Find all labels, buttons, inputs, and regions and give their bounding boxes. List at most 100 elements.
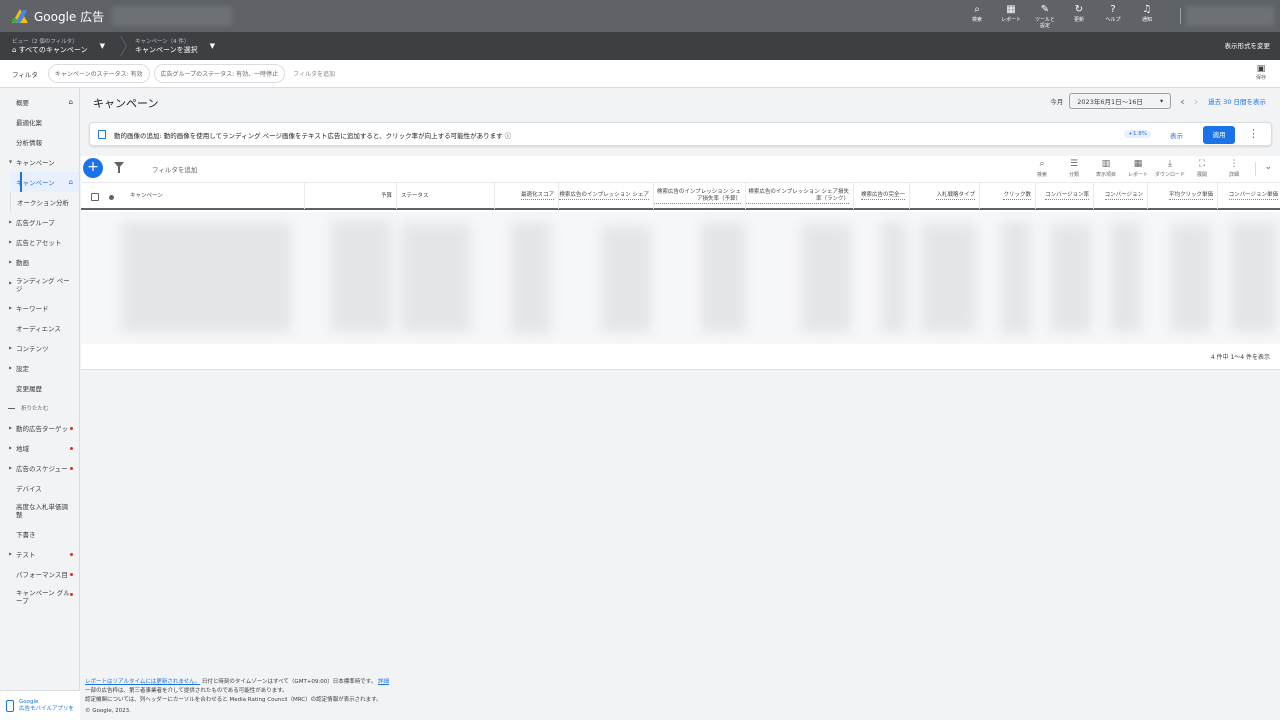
toolbar-action-label: 表示項目	[1095, 172, 1116, 178]
next-period-icon[interactable]: ›	[1194, 95, 1198, 108]
sidebar-item[interactable]: 下書き	[0, 524, 79, 544]
previous-period-icon[interactable]: ‹	[1180, 95, 1184, 108]
top-action-refresh[interactable]: ↻ 更新	[1062, 0, 1096, 32]
sidebar-item[interactable]: キャンペーン グループ	[0, 584, 79, 610]
column-header-optimization-score[interactable]: 最適化スコア	[494, 183, 558, 209]
top-action-search[interactable]: ⌕ 検索	[960, 0, 994, 32]
sidebar-item[interactable]: ▶ 地域	[0, 438, 79, 458]
mobile-app-promo[interactable]: Google 広告モバイルアプリを	[0, 690, 80, 720]
save-icon: ▣	[1256, 64, 1266, 74]
collapse-toggle[interactable]: 折りたたむ	[0, 398, 79, 418]
sidebar-nav: 概要 ⌂ 最適化案 分析情報 ▼ キャンペーン キャンペーン ⌂ オークション分析 ▶ 広告グループ…	[0, 88, 79, 398]
details-link[interactable]: 詳細	[378, 679, 389, 685]
top-bar: Google 広告 ⌕ 検索 ▦ レポート ✎ ツールと 設定 ↻ 更新? ヘルプ ♫ 通知	[0, 0, 1280, 32]
toolbar-expand-button[interactable]: ⛶ 展開	[1186, 159, 1218, 178]
top-action-label: ヘルプ	[1105, 17, 1121, 23]
sidebar-item-label: 下書き	[16, 531, 36, 539]
change-display-button[interactable]: 表示形式を変更	[1225, 32, 1271, 60]
sidebar-item[interactable]: デバイス	[0, 478, 79, 498]
home-icon: ⌂	[68, 98, 73, 106]
user-account-redacted[interactable]	[1186, 6, 1274, 26]
apply-button[interactable]: 適用	[1203, 126, 1235, 144]
column-header-impression-share[interactable]: 検索広告のインプレッション シェア	[558, 183, 653, 209]
sidebar-item[interactable]: ▶ 広告とアセット	[0, 232, 79, 252]
last-30-days-link[interactable]: 過去 30 日間を表示	[1208, 96, 1266, 106]
sidebar-item[interactable]: 変更履歴	[0, 378, 79, 398]
sidebar-item[interactable]: オークション分析	[10, 192, 79, 212]
toolbar-more-button[interactable]: ⋮ 詳細	[1218, 159, 1250, 178]
top-action-label: レポート	[1000, 17, 1021, 23]
sidebar-item[interactable]: オーディエンス	[0, 318, 79, 338]
column-header-conversion-rate[interactable]: コンバージョン率	[1035, 183, 1093, 209]
top-action-tools[interactable]: ✎ ツールと 設定	[1028, 0, 1062, 32]
sidebar-item[interactable]: ▶ 動画	[0, 252, 79, 272]
column-header-cost-per-conversion[interactable]: コンバージョン単価	[1217, 183, 1280, 209]
date-range-picker[interactable]: 2023年6月1日～16日 ▾	[1069, 93, 1172, 109]
sidebar-item-label: 動画	[16, 259, 29, 267]
sidebar-item[interactable]: ▶ キーワード	[0, 298, 79, 318]
campaign-selector[interactable]: キャンペーン（4 件） キャンペーンを選択 ▼	[123, 32, 215, 60]
sidebar-item[interactable]: 最適化案	[0, 112, 79, 132]
footer-line-3: 認定機関については、列ヘッダーにカーソルを合わせると Media Rating …	[85, 697, 382, 703]
column-header-clicks[interactable]: クリック数	[979, 183, 1035, 209]
column-header-bid-strategy[interactable]: 入札戦略タイプ	[909, 183, 979, 209]
toolbar-report-button[interactable]: ▦ レポート	[1122, 159, 1154, 178]
add-filter-button[interactable]: フィルタを追加	[293, 69, 335, 78]
sidebar-item[interactable]: ▶ 動的広告ターゲッ	[0, 418, 79, 438]
save-button[interactable]: ▣ 保存	[1256, 64, 1266, 81]
filter-chip-campaign-status[interactable]: キャンペーンのステータス: 有効	[47, 64, 150, 83]
table-toolbar: + フィルタを追加 ⌕ 検索 ☰ 分類 ▥ 表示項目 ▦ レポート ⤓ ダウンロード ⛶ 展開 ⋮ 詳細 …	[81, 156, 1280, 182]
sidebar-item[interactable]: ▶ コンテンツ	[0, 338, 79, 358]
column-header-lost-is-budget[interactable]: 検索広告のインプレッション シェア損失率（予算）	[653, 183, 745, 209]
sidebar-item-label: キーワード	[16, 305, 49, 313]
collapsed-arrow-icon: ▶	[9, 465, 13, 470]
sidebar-item[interactable]: 概要 ⌂	[0, 92, 79, 112]
date-range-control: 今月 2023年6月1日～16日 ▾ ‹ › 過去 30 日間を表示	[1050, 93, 1266, 109]
add-campaign-button[interactable]: +	[83, 158, 103, 178]
save-label: 保存	[1255, 75, 1266, 81]
dropdown-arrow-icon: ▼	[99, 42, 105, 50]
column-header-avg-cpc[interactable]: 平均クリック単価	[1147, 183, 1217, 209]
toolbar-search-button[interactable]: ⌕ 検索	[1026, 159, 1058, 178]
sidebar-item[interactable]: ▶ テスト	[0, 544, 79, 564]
sidebar-item[interactable]: パフォーマンス目	[0, 564, 79, 584]
sidebar-item[interactable]: ▶ 設定	[0, 358, 79, 378]
sidebar-item[interactable]: 分析情報	[0, 132, 79, 152]
sidebar-item[interactable]: 高度な入札単価調整	[0, 498, 79, 524]
sidebar-item[interactable]: ▼ キャンペーン	[0, 152, 79, 172]
sidebar-item-label: 広告のスケジュー	[16, 465, 68, 473]
sidebar-item[interactable]: キャンペーン ⌂	[10, 172, 79, 192]
sidebar-item[interactable]: ▶ ランディング ページ	[0, 272, 79, 298]
select-all-checkbox[interactable]	[91, 193, 99, 201]
column-header-status[interactable]: ステータス	[396, 183, 494, 209]
add-filter-input[interactable]: フィルタを追加	[152, 164, 197, 174]
top-action-help[interactable]: ? ヘルプ	[1096, 0, 1130, 32]
collapsed-arrow-icon: ▶	[9, 305, 13, 310]
column-header-campaign[interactable]: キャンペーン	[126, 183, 304, 209]
realtime-report-link[interactable]: レポートはリアルタイムには更新されません。	[85, 679, 200, 685]
top-action-report[interactable]: ▦ レポート	[994, 0, 1028, 32]
toolbar-segment-button[interactable]: ☰ 分類	[1058, 159, 1090, 178]
campaign-table: + フィルタを追加 ⌕ 検索 ☰ 分類 ▥ 表示項目 ▦ レポート ⤓ ダウンロード ⛶ 展開 ⋮ 詳細 …	[81, 156, 1280, 370]
column-header-exact-match-is[interactable]: 検索広告の完全一	[853, 183, 909, 209]
top-action-bell[interactable]: ♫ 通知	[1130, 0, 1164, 32]
filter-chip-adgroup-status[interactable]: 広告グループのステータス: 有効、一時停止	[153, 64, 286, 83]
view-recommendation-button[interactable]: 表示	[1170, 130, 1183, 140]
column-header-conversions[interactable]: コンバージョン	[1093, 183, 1147, 209]
column-header-budget[interactable]: 予算	[304, 183, 396, 209]
sidebar-item[interactable]: ▶ 広告のスケジュー	[0, 458, 79, 478]
filter-icon[interactable]	[114, 162, 124, 173]
sidebar-item[interactable]: ▶ 広告グループ	[0, 212, 79, 232]
column-header-lost-is-rank[interactable]: 検索広告のインプレッション シェア損失率（ランク）	[745, 183, 853, 209]
google-ads-logo[interactable]: Google 広告	[12, 8, 104, 25]
view-filter-count: ビュー（2 個のフィルタ）	[12, 38, 78, 45]
toolbar-columns-button[interactable]: ▥ 表示項目	[1090, 159, 1122, 178]
dropdown-arrow-icon: ▾	[1160, 97, 1164, 105]
chevron-down-icon[interactable]: ⌄	[1264, 162, 1272, 172]
sidebar-item-label: キャンペーン	[16, 159, 55, 167]
view-selector[interactable]: ビュー（2 個のフィルタ） ⌂ すべてのキャンペーン ▼	[0, 32, 105, 60]
toolbar-download-button[interactable]: ⤓ ダウンロード	[1154, 159, 1186, 178]
more-options-icon[interactable]: ⋮	[1248, 127, 1259, 140]
sidebar-item-label: デバイス	[16, 485, 42, 493]
recommendation-banner: 動的画像の追加: 動的画像を使用してランディング ページ画像をテキスト広告に追加…	[89, 122, 1272, 146]
